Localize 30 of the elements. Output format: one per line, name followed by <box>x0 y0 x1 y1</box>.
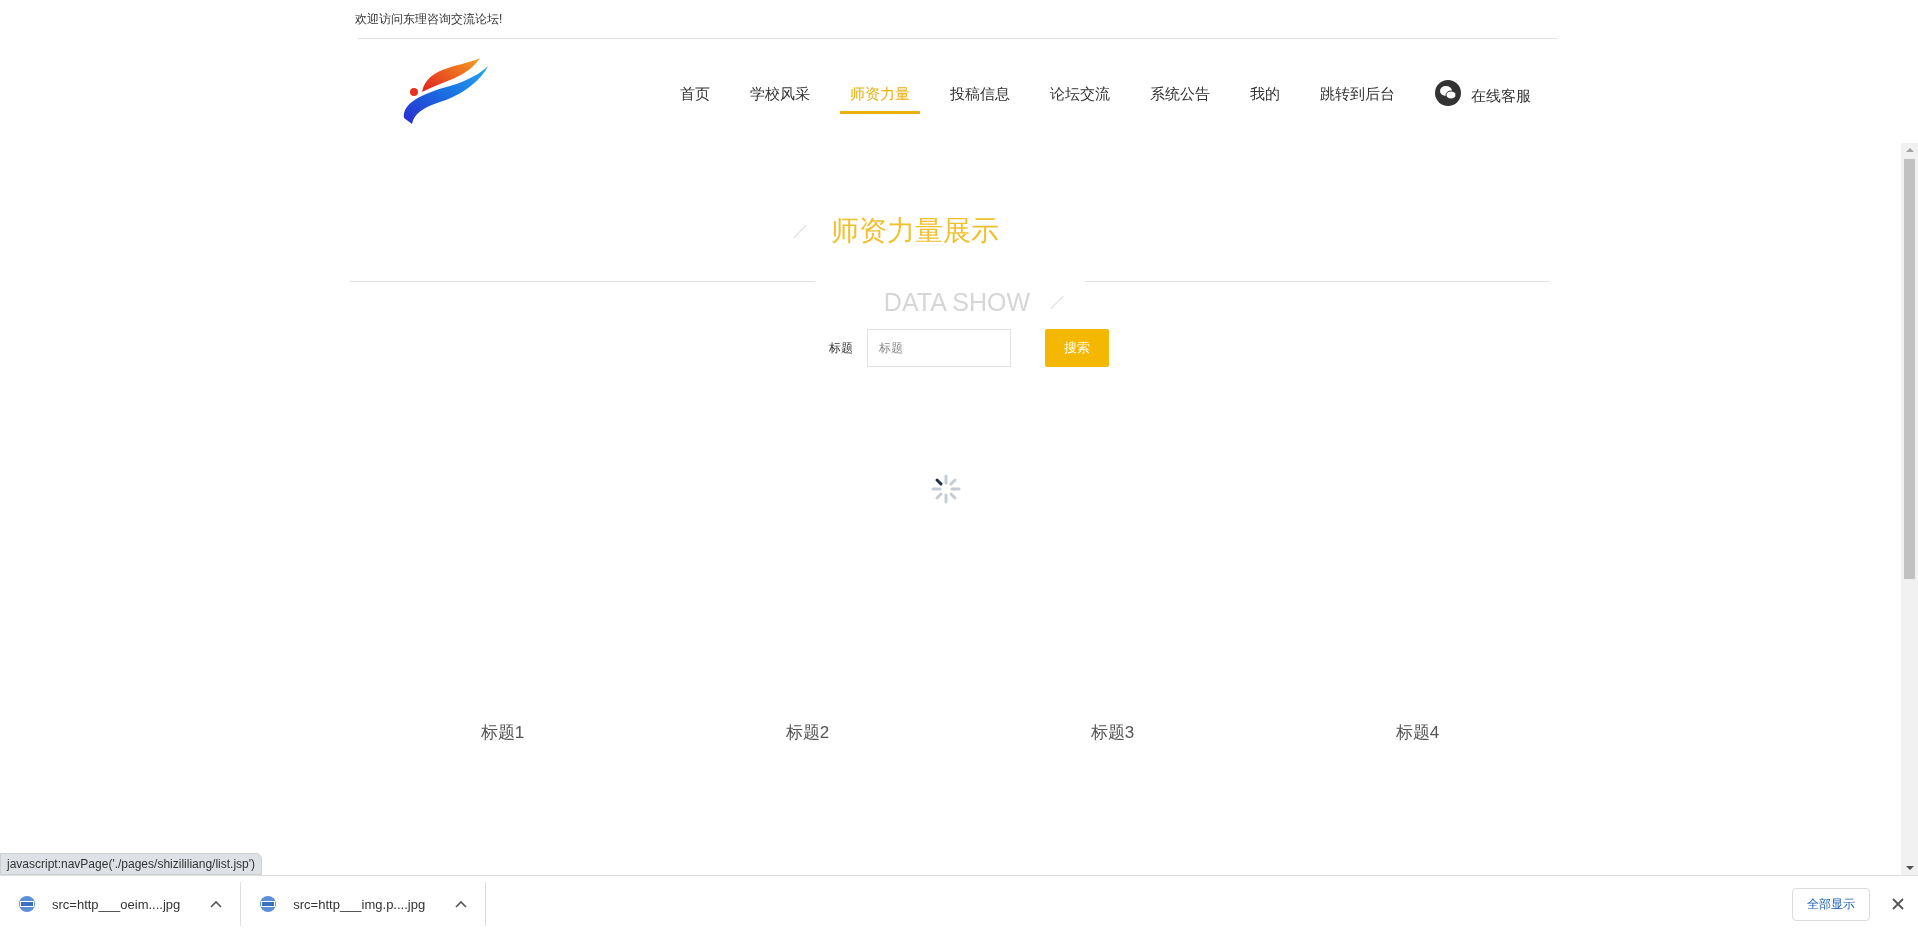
chat-bubbles-icon[interactable] <box>1435 80 1461 106</box>
item-title[interactable]: 标题2 <box>785 721 830 744</box>
image-file-icon <box>18 895 36 913</box>
section-title: 师资力量展示 <box>831 214 999 248</box>
caret-up-icon[interactable] <box>210 900 223 908</box>
item-title[interactable]: 标题3 <box>1090 721 1135 744</box>
nav-link[interactable]: 系统公告 <box>1140 74 1220 114</box>
scroll-down-icon[interactable] <box>1905 866 1914 870</box>
show-all-button[interactable]: 全部显示 <box>1792 887 1870 921</box>
search-label: 标题 <box>829 339 853 357</box>
close-icon[interactable] <box>1892 898 1904 910</box>
item-title[interactable]: 标题1 <box>480 721 525 744</box>
welcome-text: 欢迎访问东理咨询交流论坛! <box>355 10 503 28</box>
download-item[interactable]: src=http___oeim....jpg <box>0 882 242 926</box>
nav-link[interactable]: 投稿信息 <box>940 74 1020 114</box>
nav-link[interactable]: 学校风采 <box>740 74 820 114</box>
image-file-icon <box>259 895 278 913</box>
loading-spinner-icon <box>929 473 962 505</box>
online-service-link[interactable]: 在线客服 <box>1471 86 1531 106</box>
nav-link[interactable]: 我的 <box>1240 74 1290 114</box>
scrollbar[interactable] <box>1901 143 1918 875</box>
caret-up-icon[interactable] <box>455 900 468 908</box>
nav-link[interactable]: 首页 <box>670 74 720 114</box>
nav-link[interactable]: 论坛交流 <box>1040 74 1120 114</box>
download-item[interactable]: src=http___img.p....jpg <box>241 882 487 926</box>
title-search-field[interactable]: 标题 <box>867 329 1011 367</box>
item-title[interactable]: 标题4 <box>1395 721 1440 744</box>
status-url-text: javascript:navPage('./pages/shizililiang/list.jsp') <box>0 853 263 875</box>
nav-link[interactable]: 跳转到后台 <box>1310 74 1405 114</box>
scrollbar-thumb[interactable] <box>1904 159 1915 579</box>
